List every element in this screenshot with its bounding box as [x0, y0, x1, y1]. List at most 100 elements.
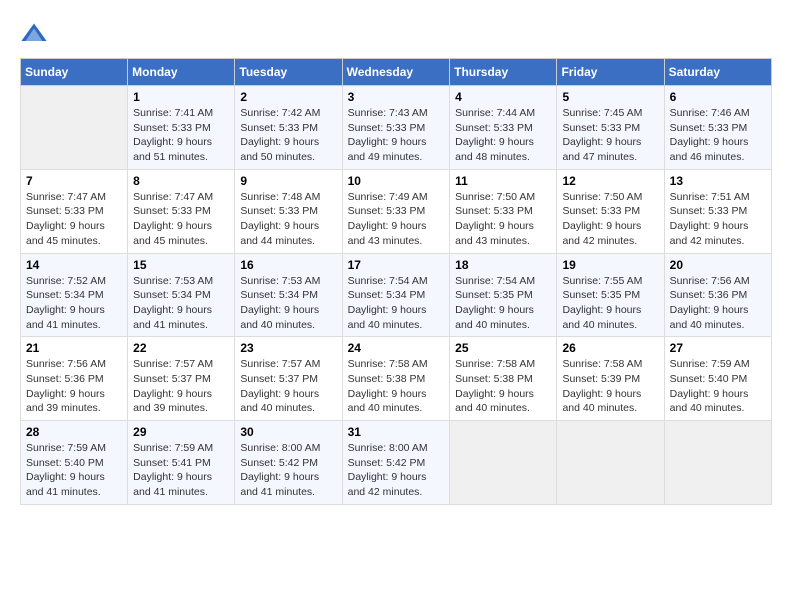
day-cell: 6 Sunrise: 7:46 AM Sunset: 5:33 PM Daylig…: [664, 86, 771, 170]
day-info: Sunrise: 7:58 AM Sunset: 5:39 PM Dayligh…: [562, 357, 658, 416]
weekday-header-saturday: Saturday: [664, 59, 771, 86]
day-info: Sunrise: 7:59 AM Sunset: 5:40 PM Dayligh…: [26, 441, 122, 500]
day-cell: 9 Sunrise: 7:48 AM Sunset: 5:33 PM Daylig…: [235, 169, 342, 253]
day-info: Sunrise: 7:49 AM Sunset: 5:33 PM Dayligh…: [348, 190, 445, 249]
day-cell: 23 Sunrise: 7:57 AM Sunset: 5:37 PM Dayli…: [235, 337, 342, 421]
day-info: Sunrise: 8:00 AM Sunset: 5:42 PM Dayligh…: [348, 441, 445, 500]
day-number: 5: [562, 90, 658, 104]
day-cell: 17 Sunrise: 7:54 AM Sunset: 5:34 PM Dayli…: [342, 253, 450, 337]
day-cell: [450, 421, 557, 505]
day-cell: 10 Sunrise: 7:49 AM Sunset: 5:33 PM Dayli…: [342, 169, 450, 253]
day-info: Sunrise: 7:56 AM Sunset: 5:36 PM Dayligh…: [26, 357, 122, 416]
day-info: Sunrise: 7:57 AM Sunset: 5:37 PM Dayligh…: [133, 357, 229, 416]
day-number: 3: [348, 90, 445, 104]
weekday-header-sunday: Sunday: [21, 59, 128, 86]
day-info: Sunrise: 7:46 AM Sunset: 5:33 PM Dayligh…: [670, 106, 766, 165]
day-cell: 12Sunrise: 7:50 AM Sunset: 5:33 PM Dayli…: [557, 169, 664, 253]
day-number: 26: [562, 341, 658, 355]
day-number: 9: [240, 174, 336, 188]
day-number: 19: [562, 258, 658, 272]
day-number: 11: [455, 174, 551, 188]
day-number: 20: [670, 258, 766, 272]
day-cell: 14Sunrise: 7:52 AM Sunset: 5:34 PM Dayli…: [21, 253, 128, 337]
day-cell: [557, 421, 664, 505]
day-number: 1: [133, 90, 229, 104]
day-info: Sunrise: 7:54 AM Sunset: 5:34 PM Dayligh…: [348, 274, 445, 333]
day-cell: 2 Sunrise: 7:42 AM Sunset: 5:33 PM Daylig…: [235, 86, 342, 170]
day-number: 4: [455, 90, 551, 104]
day-cell: 27Sunrise: 7:59 AM Sunset: 5:40 PM Dayli…: [664, 337, 771, 421]
day-number: 15: [133, 258, 229, 272]
day-cell: 18Sunrise: 7:54 AM Sunset: 5:35 PM Dayli…: [450, 253, 557, 337]
day-cell: 1 Sunrise: 7:41 AM Sunset: 5:33 PM Daylig…: [128, 86, 235, 170]
day-info: Sunrise: 7:53 AM Sunset: 5:34 PM Dayligh…: [240, 274, 336, 333]
day-cell: 13 Sunrise: 7:51 AM Sunset: 5:33 PM Dayli…: [664, 169, 771, 253]
day-number: 18: [455, 258, 551, 272]
week-row-4: 21 Sunrise: 7:56 AM Sunset: 5:36 PM Dayli…: [21, 337, 772, 421]
day-cell: 11 Sunrise: 7:50 AM Sunset: 5:33 PM Dayli…: [450, 169, 557, 253]
day-number: 10: [348, 174, 445, 188]
day-info: Sunrise: 7:47 AM Sunset: 5:33 PM Dayligh…: [26, 190, 122, 249]
day-number: 21: [26, 341, 122, 355]
day-number: 16: [240, 258, 336, 272]
day-info: Sunrise: 7:58 AM Sunset: 5:38 PM Dayligh…: [455, 357, 551, 416]
logo-icon: [20, 20, 48, 48]
day-number: 13: [670, 174, 766, 188]
calendar-table: SundayMondayTuesdayWednesdayThursdayFrid…: [20, 58, 772, 505]
day-number: 23: [240, 341, 336, 355]
day-cell: 22 Sunrise: 7:57 AM Sunset: 5:37 PM Dayli…: [128, 337, 235, 421]
day-number: 31: [348, 425, 445, 439]
day-info: Sunrise: 7:55 AM Sunset: 5:35 PM Dayligh…: [562, 274, 658, 333]
day-cell: 4 Sunrise: 7:44 AM Sunset: 5:33 PM Daylig…: [450, 86, 557, 170]
day-cell: 31 Sunrise: 8:00 AM Sunset: 5:42 PM Dayli…: [342, 421, 450, 505]
day-info: Sunrise: 7:48 AM Sunset: 5:33 PM Dayligh…: [240, 190, 336, 249]
week-row-3: 14Sunrise: 7:52 AM Sunset: 5:34 PM Dayli…: [21, 253, 772, 337]
day-cell: 28 Sunrise: 7:59 AM Sunset: 5:40 PM Dayli…: [21, 421, 128, 505]
day-info: Sunrise: 7:59 AM Sunset: 5:41 PM Dayligh…: [133, 441, 229, 500]
day-info: Sunrise: 7:50 AM Sunset: 5:33 PM Dayligh…: [455, 190, 551, 249]
weekday-header-monday: Monday: [128, 59, 235, 86]
weekday-header-wednesday: Wednesday: [342, 59, 450, 86]
day-cell: 19 Sunrise: 7:55 AM Sunset: 5:35 PM Dayli…: [557, 253, 664, 337]
day-number: 17: [348, 258, 445, 272]
day-cell: [664, 421, 771, 505]
day-cell: 8Sunrise: 7:47 AM Sunset: 5:33 PM Daylig…: [128, 169, 235, 253]
day-info: Sunrise: 7:53 AM Sunset: 5:34 PM Dayligh…: [133, 274, 229, 333]
day-info: Sunrise: 7:52 AM Sunset: 5:34 PM Dayligh…: [26, 274, 122, 333]
day-number: 2: [240, 90, 336, 104]
day-number: 25: [455, 341, 551, 355]
day-number: 22: [133, 341, 229, 355]
week-row-2: 7 Sunrise: 7:47 AM Sunset: 5:33 PM Daylig…: [21, 169, 772, 253]
day-info: Sunrise: 7:57 AM Sunset: 5:37 PM Dayligh…: [240, 357, 336, 416]
day-cell: 21 Sunrise: 7:56 AM Sunset: 5:36 PM Dayli…: [21, 337, 128, 421]
day-number: 30: [240, 425, 336, 439]
day-info: Sunrise: 7:56 AM Sunset: 5:36 PM Dayligh…: [670, 274, 766, 333]
weekday-header-friday: Friday: [557, 59, 664, 86]
day-info: Sunrise: 8:00 AM Sunset: 5:42 PM Dayligh…: [240, 441, 336, 500]
logo: [20, 20, 52, 48]
day-number: 28: [26, 425, 122, 439]
day-number: 7: [26, 174, 122, 188]
weekday-header-thursday: Thursday: [450, 59, 557, 86]
day-cell: 24Sunrise: 7:58 AM Sunset: 5:38 PM Dayli…: [342, 337, 450, 421]
day-cell: 16 Sunrise: 7:53 AM Sunset: 5:34 PM Dayli…: [235, 253, 342, 337]
weekday-header-tuesday: Tuesday: [235, 59, 342, 86]
week-row-5: 28 Sunrise: 7:59 AM Sunset: 5:40 PM Dayli…: [21, 421, 772, 505]
day-info: Sunrise: 7:43 AM Sunset: 5:33 PM Dayligh…: [348, 106, 445, 165]
day-info: Sunrise: 7:44 AM Sunset: 5:33 PM Dayligh…: [455, 106, 551, 165]
day-info: Sunrise: 7:51 AM Sunset: 5:33 PM Dayligh…: [670, 190, 766, 249]
day-info: Sunrise: 7:47 AM Sunset: 5:33 PM Dayligh…: [133, 190, 229, 249]
day-number: 6: [670, 90, 766, 104]
page-header: [20, 20, 772, 48]
day-cell: 25 Sunrise: 7:58 AM Sunset: 5:38 PM Dayli…: [450, 337, 557, 421]
day-cell: 3 Sunrise: 7:43 AM Sunset: 5:33 PM Daylig…: [342, 86, 450, 170]
day-cell: 29Sunrise: 7:59 AM Sunset: 5:41 PM Dayli…: [128, 421, 235, 505]
day-info: Sunrise: 7:59 AM Sunset: 5:40 PM Dayligh…: [670, 357, 766, 416]
day-info: Sunrise: 7:42 AM Sunset: 5:33 PM Dayligh…: [240, 106, 336, 165]
day-cell: [21, 86, 128, 170]
day-cell: 26 Sunrise: 7:58 AM Sunset: 5:39 PM Dayli…: [557, 337, 664, 421]
weekday-header-row: SundayMondayTuesdayWednesdayThursdayFrid…: [21, 59, 772, 86]
day-cell: 30 Sunrise: 8:00 AM Sunset: 5:42 PM Dayli…: [235, 421, 342, 505]
day-info: Sunrise: 7:50 AM Sunset: 5:33 PM Dayligh…: [562, 190, 658, 249]
day-info: Sunrise: 7:41 AM Sunset: 5:33 PM Dayligh…: [133, 106, 229, 165]
